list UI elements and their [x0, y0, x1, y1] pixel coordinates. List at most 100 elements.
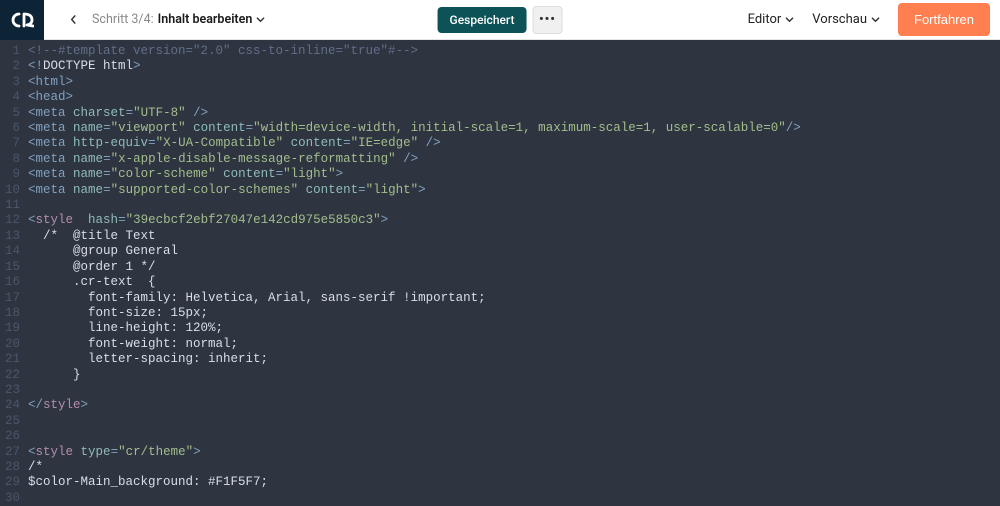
code-line[interactable]: 18 font-size: 15px;	[0, 306, 1000, 321]
line-number: 6	[0, 121, 28, 136]
code-content: <meta name="color-scheme" content="light…	[28, 167, 1000, 182]
code-content: @order 1 */	[28, 260, 1000, 275]
code-content: @group General	[28, 244, 1000, 259]
code-line[interactable]: 29$color-Main_background: #F1F5F7;	[0, 475, 1000, 490]
topbar: Schritt 3/4: Inhalt bearbeiten Gespeiche…	[0, 0, 1000, 40]
code-line[interactable]: 6<meta name="viewport" content="width=de…	[0, 121, 1000, 136]
line-number: 29	[0, 475, 28, 490]
chevron-left-icon	[69, 15, 78, 24]
line-number: 24	[0, 398, 28, 413]
code-content: <style hash="39ecbcf2ebf27047e142cd975e5…	[28, 213, 1000, 228]
line-number: 18	[0, 306, 28, 321]
code-line[interactable]: 16 .cr-text {	[0, 275, 1000, 290]
line-number: 28	[0, 460, 28, 475]
code-line[interactable]: 21 letter-spacing: inherit;	[0, 352, 1000, 367]
line-number: 15	[0, 260, 28, 275]
code-line[interactable]: 25	[0, 414, 1000, 429]
code-line[interactable]: 27<style type="cr/theme">	[0, 445, 1000, 460]
line-number: 5	[0, 106, 28, 121]
line-number: 3	[0, 75, 28, 90]
line-number: 19	[0, 321, 28, 336]
line-number: 23	[0, 383, 28, 398]
code-content: <meta name="viewport" content="width=dev…	[28, 121, 1000, 136]
line-number: 22	[0, 368, 28, 383]
line-number: 17	[0, 291, 28, 306]
chevron-down-icon	[256, 15, 265, 24]
code-line[interactable]: 8<meta name="x-apple-disable-message-ref…	[0, 152, 1000, 167]
back-button[interactable]	[58, 5, 88, 35]
center-actions: Gespeichert •••	[438, 6, 563, 34]
app-logo[interactable]	[0, 0, 44, 40]
code-line[interactable]: 7<meta http-equiv="X-UA-Compatible" cont…	[0, 136, 1000, 151]
code-content: .cr-text {	[28, 275, 1000, 290]
line-number: 1	[0, 44, 28, 59]
code-line[interactable]: 2<!DOCTYPE html>	[0, 59, 1000, 74]
code-content	[28, 414, 1000, 429]
code-line[interactable]: 20 font-weight: normal;	[0, 337, 1000, 352]
code-editor[interactable]: 1<!--#template version="2.0" css-to-inli…	[0, 40, 1000, 506]
line-number: 20	[0, 337, 28, 352]
saved-badge: Gespeichert	[438, 7, 527, 33]
code-content: <head>	[28, 90, 1000, 105]
line-number: 21	[0, 352, 28, 367]
code-line[interactable]: 19 line-height: 120%;	[0, 321, 1000, 336]
code-line[interactable]: 9<meta name="color-scheme" content="ligh…	[0, 167, 1000, 182]
step-prefix: Schritt 3/4:	[92, 12, 154, 27]
preview-label: Vorschau	[812, 12, 867, 27]
line-number: 8	[0, 152, 28, 167]
code-content	[28, 383, 1000, 398]
code-content: letter-spacing: inherit;	[28, 352, 1000, 367]
code-line[interactable]: 15 @order 1 */	[0, 260, 1000, 275]
code-content: <style type="cr/theme">	[28, 445, 1000, 460]
code-line[interactable]: 11	[0, 198, 1000, 213]
line-number: 9	[0, 167, 28, 182]
right-actions: Editor Vorschau Fortfahren	[748, 3, 1000, 36]
editor-label: Editor	[748, 12, 782, 27]
line-number: 10	[0, 183, 28, 198]
code-content: font-size: 15px;	[28, 306, 1000, 321]
code-line[interactable]: 4<head>	[0, 90, 1000, 105]
code-line[interactable]: 17 font-family: Helvetica, Arial, sans-s…	[0, 291, 1000, 306]
line-number: 7	[0, 136, 28, 151]
code-line[interactable]: 24</style>	[0, 398, 1000, 413]
line-number: 16	[0, 275, 28, 290]
code-line[interactable]: 26	[0, 429, 1000, 444]
line-number: 30	[0, 491, 28, 506]
line-number: 4	[0, 90, 28, 105]
line-number: 12	[0, 213, 28, 228]
preview-dropdown[interactable]: Vorschau	[812, 12, 880, 27]
code-content: font-family: Helvetica, Arial, sans-seri…	[28, 291, 1000, 306]
line-number: 26	[0, 429, 28, 444]
breadcrumb[interactable]: Schritt 3/4: Inhalt bearbeiten	[92, 12, 265, 27]
code-line[interactable]: 5<meta charset="UTF-8" />	[0, 106, 1000, 121]
code-line[interactable]: 3<html>	[0, 75, 1000, 90]
step-title: Inhalt bearbeiten	[158, 12, 253, 27]
continue-button[interactable]: Fortfahren	[898, 3, 990, 36]
code-content	[28, 429, 1000, 444]
code-line[interactable]: 23	[0, 383, 1000, 398]
code-line[interactable]: 22 }	[0, 368, 1000, 383]
code-content	[28, 491, 1000, 506]
code-content: }	[28, 368, 1000, 383]
code-content: <meta charset="UTF-8" />	[28, 106, 1000, 121]
code-content: <meta name="supported-color-schemes" con…	[28, 183, 1000, 198]
line-number: 13	[0, 229, 28, 244]
code-line[interactable]: 13 /* @title Text	[0, 229, 1000, 244]
more-button[interactable]: •••	[532, 6, 562, 34]
code-line[interactable]: 28/*	[0, 460, 1000, 475]
logo-icon	[10, 12, 34, 28]
code-line[interactable]: 12<style hash="39ecbcf2ebf27047e142cd975…	[0, 213, 1000, 228]
code-content: <html>	[28, 75, 1000, 90]
code-line[interactable]: 30	[0, 491, 1000, 506]
code-content: <!--#template version="2.0" css-to-inlin…	[28, 44, 1000, 59]
code-line[interactable]: 1<!--#template version="2.0" css-to-inli…	[0, 44, 1000, 59]
line-number: 25	[0, 414, 28, 429]
code-content: /* @title Text	[28, 229, 1000, 244]
code-line[interactable]: 14 @group General	[0, 244, 1000, 259]
code-line[interactable]: 10<meta name="supported-color-schemes" c…	[0, 183, 1000, 198]
chevron-down-icon	[785, 15, 794, 24]
editor-dropdown[interactable]: Editor	[748, 12, 795, 27]
line-number: 11	[0, 198, 28, 213]
code-content: </style>	[28, 398, 1000, 413]
code-content: <!DOCTYPE html>	[28, 59, 1000, 74]
